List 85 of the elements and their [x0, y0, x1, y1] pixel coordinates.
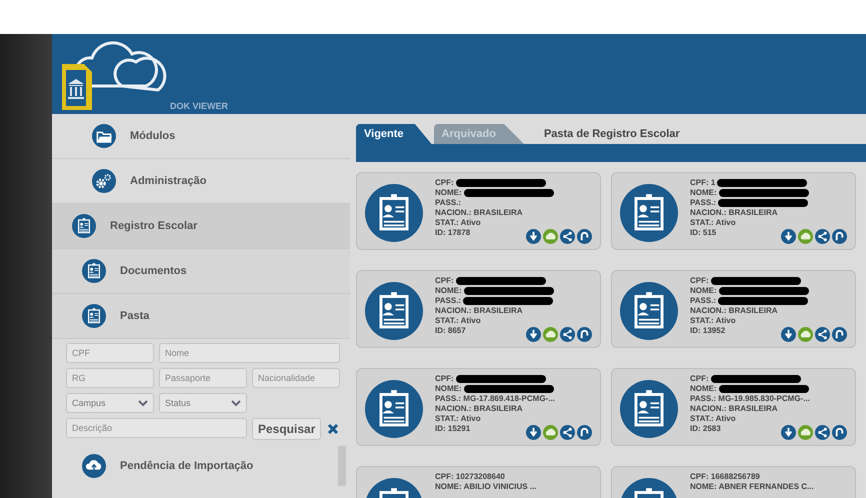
card-field: NACION.: BRASILEIRA: [690, 404, 778, 414]
text-field[interactable]: Passaporte: [159, 368, 247, 388]
sidebar-item[interactable]: Documentos: [52, 249, 350, 294]
card-field: NACION.: BRASILEIRA: [690, 208, 778, 218]
card-field: ID: 15291: [435, 424, 470, 434]
id-card-icon: [82, 304, 106, 328]
card-field: PASS.: MG-19.985.830-PCMG-...: [690, 394, 810, 404]
card-field: CPF: 1: [690, 178, 808, 188]
card-field: PASS.:: [690, 296, 808, 306]
text-field[interactable]: Descrição: [66, 418, 247, 438]
card-field: ID: 13952: [690, 326, 726, 336]
download-icon[interactable]: [526, 327, 541, 342]
text-field[interactable]: Nacionalidade: [252, 368, 340, 388]
scrollbar[interactable]: [338, 446, 346, 486]
card-field: CPF:: [435, 374, 546, 384]
card-field: NACION.: BRASILEIRA: [435, 208, 523, 218]
card-field: CPF: 10273208640: [435, 472, 505, 482]
card-field: ID: 2583: [690, 424, 721, 434]
share-icon[interactable]: [560, 229, 575, 244]
card-field: PASS.: MG-17.869.418-PCMG-...: [435, 394, 555, 404]
text-field[interactable]: RG: [66, 368, 154, 388]
card-field: CPF: 16688256789: [690, 472, 760, 482]
share-icon[interactable]: [560, 425, 575, 440]
search-button[interactable]: Pesquisar: [252, 418, 322, 440]
card-field: CPF:: [435, 276, 546, 286]
share-icon[interactable]: [560, 327, 575, 342]
dropdown-field[interactable]: Status: [159, 393, 247, 413]
card-field: NACION.: BRASILEIRA: [435, 404, 523, 414]
card-field: NOME:: [690, 188, 809, 198]
sidebar-item[interactable]: Pasta: [52, 294, 350, 339]
sidebar-item[interactable]: Pendência de Importação: [52, 446, 338, 486]
card-field: ID: 8657: [435, 326, 466, 336]
id-card-icon: [620, 380, 678, 438]
id-card-icon: [620, 282, 678, 340]
card-field: NACION.: BRASILEIRA: [435, 306, 523, 316]
share-icon[interactable]: [815, 327, 830, 342]
card-field: NOME:: [435, 286, 554, 296]
text-field[interactable]: CPF: [66, 343, 154, 363]
card-field: PASS.:: [435, 296, 554, 306]
card-field: STAT.: Ativo: [435, 414, 481, 424]
card-field: PASS.:: [690, 198, 808, 208]
card-field: NOME:: [690, 384, 809, 394]
card-field: CPF:: [690, 276, 801, 286]
id-card-icon: [365, 184, 423, 242]
card-field: NACION.: BRASILEIRA: [690, 306, 778, 316]
folder-icon: [92, 124, 116, 148]
card-field: NOME:: [435, 188, 554, 198]
share-icon[interactable]: [815, 229, 830, 244]
id-card-icon: [620, 184, 678, 242]
id-card-icon: [72, 214, 96, 238]
download-icon[interactable]: [781, 327, 796, 342]
card-field: CPF:: [435, 178, 546, 188]
download-icon[interactable]: [781, 229, 796, 244]
text-field[interactable]: Nome: [159, 343, 340, 363]
download-icon[interactable]: [781, 425, 796, 440]
card-field: STAT.: Ativo: [690, 316, 736, 326]
page-title: Pasta de Registro Escolar: [544, 128, 680, 140]
share-icon[interactable]: [815, 425, 830, 440]
dropdown-field[interactable]: Campus: [66, 393, 154, 413]
id-card-icon: [365, 380, 423, 438]
download-icon[interactable]: [526, 229, 541, 244]
logo-text: DOK VIEWER: [170, 101, 228, 111]
sidebar-item[interactable]: Módulos: [52, 114, 350, 159]
tab[interactable]: Vigente: [356, 124, 432, 144]
card-field: ID: 17878: [435, 228, 470, 238]
chevron-down-icon: [231, 400, 241, 406]
id-card-icon: [365, 282, 423, 340]
id-card-icon: [82, 259, 106, 283]
card-field: STAT.: Ativo: [435, 218, 481, 228]
close-icon[interactable]: [327, 423, 340, 435]
card-field: ID: 515: [690, 228, 716, 238]
card-field: STAT.: Ativo: [690, 218, 736, 228]
card-field: STAT.: Ativo: [690, 414, 736, 424]
chevron-down-icon: [138, 400, 148, 406]
card-field: PASS.:: [435, 198, 462, 208]
card-field: NOME:: [690, 286, 809, 296]
card-field: NOME:: [435, 384, 554, 394]
card-field: NOME: ABNER FERNANDES C...: [690, 482, 814, 492]
cloud-upload-icon: [82, 454, 106, 478]
gears-icon: [92, 169, 116, 193]
download-icon[interactable]: [526, 425, 541, 440]
card-field: NOME: ABILIO VINICIUS ...: [435, 482, 536, 492]
sidebar-item[interactable]: Registro Escolar: [52, 204, 350, 249]
card-field: STAT.: Ativo: [435, 316, 481, 326]
card-field: CPF:: [690, 374, 801, 384]
